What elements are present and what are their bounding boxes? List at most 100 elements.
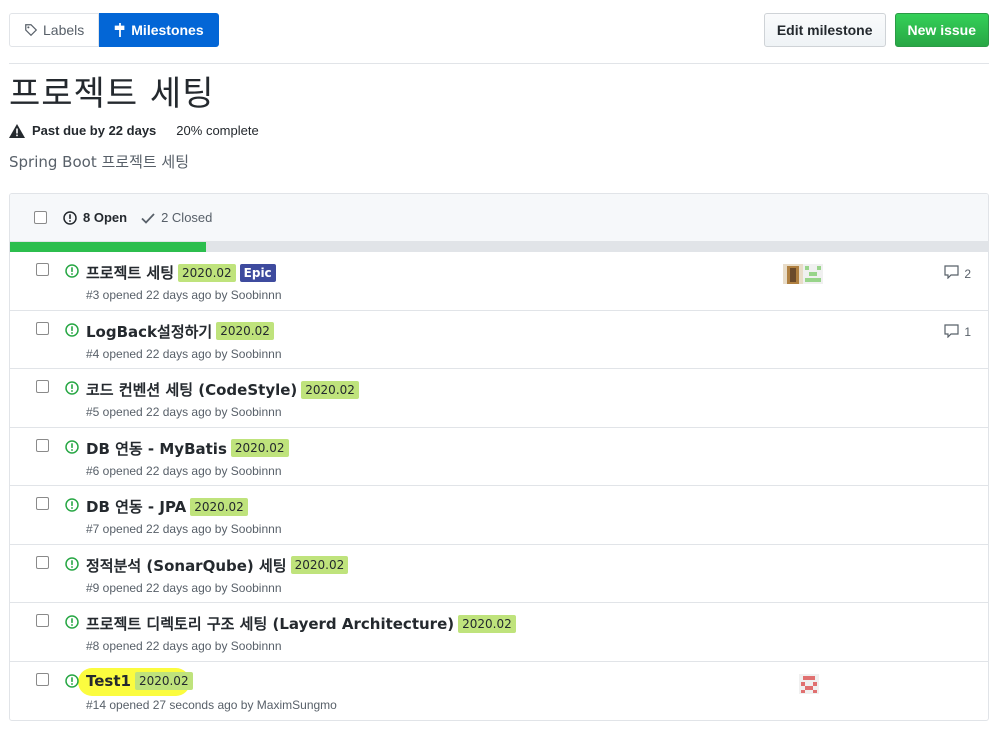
header-divider <box>9 63 989 64</box>
issue-checkbox[interactable] <box>36 263 49 276</box>
issue-row: DB 연동 - MyBatis 2020.02 #6 opened 22 days … <box>10 428 988 486</box>
issue-row: DB 연동 - JPA 2020.02 #7 opened 22 days ago … <box>10 486 988 545</box>
issue-title-link[interactable]: LogBack설정하기 <box>86 321 212 342</box>
issue-row: LogBack설정하기 2020.02 #4 opened 22 days ago … <box>10 311 988 369</box>
issue-open-icon <box>65 498 79 517</box>
milestone-label[interactable]: 2020.02 <box>216 322 274 340</box>
milestone-label[interactable]: 2020.02 <box>290 556 349 574</box>
issue-title-line: DB 연동 - JPA 2020.02 <box>86 496 248 517</box>
milestone-label[interactable]: 2020.02 <box>190 497 248 516</box>
issue-row: Test1 2020.02 #14 opened 27 seconds ago by… <box>10 662 988 721</box>
issue-open-icon <box>65 556 79 576</box>
milestone-description: Spring Boot 프로젝트 세팅 <box>9 153 190 171</box>
due-status: Past due by 22 days <box>9 123 156 138</box>
milestone-label[interactable]: 2020.02 <box>458 614 516 633</box>
milestone-progress-bar <box>10 242 988 252</box>
progress-percent: 20% <box>176 123 203 138</box>
issue-title-line: LogBack설정하기 2020.02 <box>86 321 274 342</box>
comment-count: 2 <box>964 266 971 281</box>
milestone-meta: Past due by 22 days 20% complete <box>9 123 259 138</box>
open-filter[interactable]: 8 Open <box>63 210 127 225</box>
issue-title-line: 정적분석 (SonarQube) 세팅 2020.02 <box>86 555 349 576</box>
issue-open-icon <box>65 322 79 342</box>
milestone-title: 프로젝트 세팅 <box>9 74 215 114</box>
issue-open-icon <box>65 673 79 693</box>
issue-title-line: 프로젝트 세팅 2020.02 Epic <box>86 262 276 283</box>
progress-fill <box>10 242 206 252</box>
issue-open-icon <box>65 264 79 283</box>
issue-checkbox[interactable] <box>36 614 49 627</box>
progress-suffix: complete <box>205 123 259 138</box>
issue-open-icon <box>63 210 77 225</box>
issue-title-link[interactable]: 프로젝트 디렉토리 구조 세팅 (Layerd Architecture) <box>86 613 454 634</box>
issue-checkbox[interactable] <box>36 672 49 686</box>
issue-checkbox[interactable] <box>36 555 49 569</box>
select-all-checkbox[interactable] <box>34 211 47 224</box>
alert-icon <box>9 123 25 138</box>
issue-title-link[interactable]: DB 연동 - JPA <box>86 496 186 517</box>
issue-row: 프로젝트 디렉토리 구조 세팅 (Layerd Architecture) 202… <box>10 603 988 662</box>
milestone-label[interactable]: 2020.02 <box>301 380 359 399</box>
issue-states: 8 Open 2 Closed <box>63 210 226 225</box>
issues-header: 8 Open 2 Closed <box>10 194 988 242</box>
comment-icon <box>944 323 964 341</box>
avatar[interactable] <box>783 264 803 289</box>
milestone-label[interactable]: 2020.02 <box>134 671 193 690</box>
issue-title-line: 프로젝트 디렉토리 구조 세팅 (Layerd Architecture) 202… <box>86 613 516 634</box>
issue-row: 코드 컨벤션 세팅 (CodeStyle) 2020.02 #5 opened 22… <box>10 369 988 428</box>
new-issue-button[interactable]: New issue <box>894 13 989 47</box>
check-icon <box>141 212 155 224</box>
issue-checkbox[interactable] <box>36 497 49 510</box>
avatar[interactable] <box>799 673 819 699</box>
progress-summary: 20% complete <box>176 123 258 138</box>
issue-meta: #6 opened 22 days ago by Soobinnn <box>86 463 282 478</box>
issue-open-icon <box>65 439 79 459</box>
issue-meta: #7 opened 22 days ago by Soobinnn <box>86 522 282 536</box>
closed-filter[interactable]: 2 Closed <box>141 210 212 225</box>
issue-list: 프로젝트 세팅 2020.02 Epic #3 opened 22 days ago … <box>10 252 988 720</box>
due-text: Past due by 22 days <box>32 123 157 138</box>
issue-title-link[interactable]: 정적분석 (SonarQube) 세팅 <box>86 555 287 576</box>
tab-milestones[interactable]: Milestones <box>99 13 219 47</box>
comment-count: 1 <box>964 325 971 339</box>
issue-open-icon <box>65 381 79 400</box>
issue-checkbox[interactable] <box>36 438 49 452</box>
tab-milestones-label: Milestones <box>131 22 204 38</box>
comment-icon <box>944 265 964 282</box>
issue-title-link[interactable]: DB 연동 - MyBatis <box>86 438 227 459</box>
tab-labels-label: Labels <box>43 22 85 38</box>
assignee-avatars <box>783 264 823 289</box>
comment-count-link[interactable]: 2 <box>944 265 971 282</box>
open-count: 8 Open <box>83 210 128 225</box>
edit-milestone-button[interactable]: Edit milestone <box>763 13 886 47</box>
issue-row: 정적분석 (SonarQube) 세팅 2020.02 #9 opened 22 d… <box>10 545 988 603</box>
issue-meta: #4 opened 22 days ago by Soobinnn <box>86 346 282 361</box>
issue-title-line: Test1 2020.02 <box>86 671 193 690</box>
issue-open-icon <box>65 615 79 634</box>
issue-title-link[interactable]: 코드 컨벤션 세팅 (CodeStyle) <box>86 379 297 400</box>
issues-box: 8 Open 2 Closed 프로젝트 세팅 2020.02 Epic #3 ope… <box>9 193 989 721</box>
issue-meta: #3 opened 22 days ago by Soobinnn <box>86 288 282 302</box>
issue-title-line: 코드 컨벤션 세팅 (CodeStyle) 2020.02 <box>86 379 359 400</box>
issue-meta: #5 opened 22 days ago by Soobinnn <box>86 405 282 419</box>
issue-meta: #14 opened 27 seconds ago by MaximSungmo <box>86 697 337 712</box>
issue-title-link[interactable]: Test1 <box>86 672 131 690</box>
issue-row: 프로젝트 세팅 2020.02 Epic #3 opened 22 days ago … <box>10 252 988 311</box>
closed-count: 2 Closed <box>161 210 213 225</box>
avatar[interactable] <box>803 264 823 289</box>
issue-checkbox[interactable] <box>36 380 49 393</box>
issue-checkbox[interactable] <box>36 321 49 335</box>
issue-title-line: DB 연동 - MyBatis 2020.02 <box>86 438 289 459</box>
milestone-icon <box>114 23 126 37</box>
tag-icon <box>24 23 38 37</box>
issue-meta: #8 opened 22 days ago by Soobinnn <box>86 639 282 653</box>
epic-label[interactable]: Epic <box>239 263 276 282</box>
issue-meta: #9 opened 22 days ago by Soobinnn <box>86 580 282 595</box>
issue-title-link[interactable]: 프로젝트 세팅 <box>86 262 174 283</box>
header-actions: Edit milestone New issue <box>763 13 989 47</box>
milestone-toolbar: Labels Milestones Edit milestone New iss… <box>9 13 989 47</box>
milestone-label[interactable]: 2020.02 <box>230 439 289 457</box>
tab-labels[interactable]: Labels <box>9 13 100 47</box>
comment-count-link[interactable]: 1 <box>944 323 971 341</box>
milestone-label[interactable]: 2020.02 <box>178 263 236 282</box>
